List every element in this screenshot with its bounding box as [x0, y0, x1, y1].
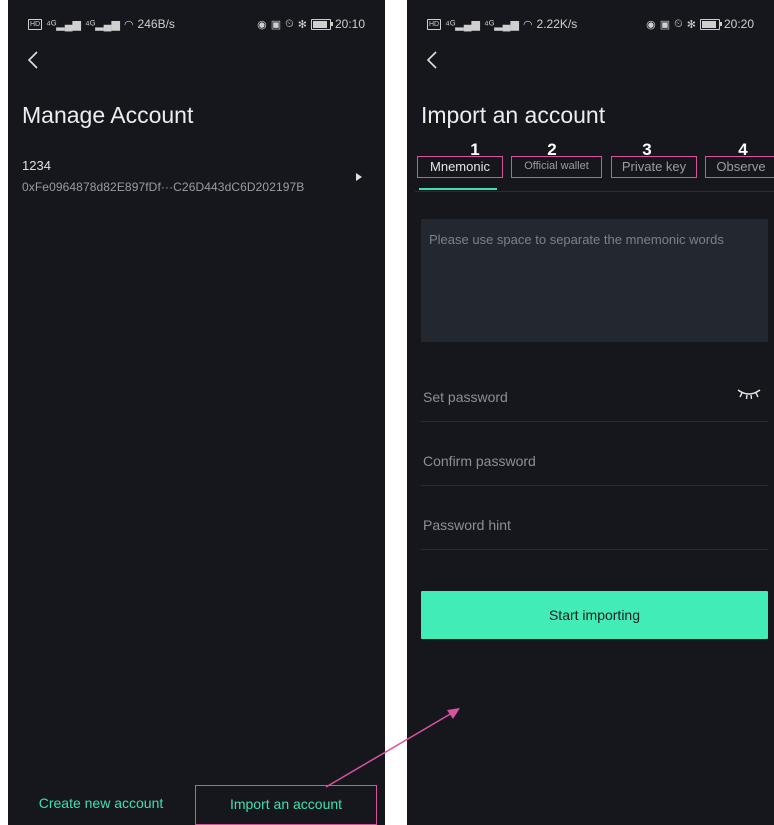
- tab-private-key[interactable]: Private key: [611, 156, 697, 178]
- tab-observe[interactable]: Observe: [705, 156, 774, 178]
- back-button[interactable]: [421, 48, 445, 72]
- signal-icon: ⁴ᴳ▂▄▆: [85, 18, 120, 31]
- wifi-icon: ◠: [522, 18, 533, 31]
- create-account-button[interactable]: Create new account: [8, 785, 194, 825]
- status-time: 20:20: [723, 17, 754, 31]
- import-account-screen: HD ⁴ᴳ▂▄▆ ⁴ᴳ▂▄▆ ◠ 2.22K/s ◉ ▣ ⏲ ✻ 20:20 I…: [407, 0, 774, 825]
- back-arrow-icon: [426, 51, 437, 69]
- status-bar: HD ⁴ᴳ▂▄▆ ⁴ᴳ▂▄▆ ◠ 2.22K/s ◉ ▣ ⏲ ✻ 20:20: [407, 0, 774, 36]
- eye-closed-icon[interactable]: [736, 385, 762, 403]
- tabs-divider: [415, 191, 774, 192]
- battery-icon: [699, 18, 722, 30]
- status-left: HD ⁴ᴳ▂▄▆ ⁴ᴳ▂▄▆ ◠ 2.22K/s: [427, 17, 577, 31]
- signal-icon: ⁴ᴳ▂▄▆: [445, 18, 481, 31]
- account-address: 0xFe0964878d82E897fDf···C26D443dC6D20219…: [22, 180, 305, 194]
- active-tab-indicator: [419, 188, 497, 190]
- eye-status-icon: ◉: [646, 18, 656, 31]
- bluetooth-icon: ✻: [686, 18, 696, 31]
- status-time: 20:10: [334, 17, 365, 31]
- set-password-placeholder: Set password: [423, 389, 508, 405]
- back-arrow-icon: [27, 51, 38, 69]
- account-list-item[interactable]: 1234 0xFe0964878d82E897fDf···C26D443dC6D…: [22, 158, 363, 198]
- confirm-password-placeholder: Confirm password: [423, 453, 536, 469]
- network-speed: 2.22K/s: [536, 17, 578, 31]
- status-right: ◉ ▣ ⏲ ✻ 20:10: [257, 17, 365, 31]
- set-password-field[interactable]: Set password: [421, 371, 768, 422]
- nfc-icon: ▣: [659, 18, 671, 31]
- status-right: ◉ ▣ ⏲ ✻ 20:20: [646, 17, 754, 31]
- account-name: 1234: [22, 158, 51, 173]
- signal-icon: ⁴ᴳ▂▄▆: [46, 18, 82, 31]
- import-method-tabs: 1 2 3 4 Mnemonic Official wallet Private…: [415, 140, 774, 192]
- start-importing-button[interactable]: Start importing: [421, 591, 768, 639]
- tab-mnemonic[interactable]: Mnemonic: [417, 156, 503, 178]
- bluetooth-icon: ✻: [297, 18, 307, 31]
- status-bar: HD ⁴ᴳ▂▄▆ ⁴ᴳ▂▄▆ ◠ 246B/s ◉ ▣ ⏲ ✻ 20:10: [8, 0, 385, 36]
- nfc-icon: ▣: [270, 18, 282, 31]
- page-title: Manage Account: [22, 102, 194, 128]
- hd-icon: HD: [427, 18, 442, 30]
- page-title: Import an account: [421, 102, 606, 128]
- password-hint-field[interactable]: Password hint: [421, 499, 768, 550]
- alarm-icon: ⏲: [674, 17, 683, 30]
- signal-icon: ⁴ᴳ▂▄▆: [484, 18, 519, 31]
- wifi-icon: ◠: [123, 18, 134, 31]
- network-speed: 246B/s: [137, 17, 175, 31]
- confirm-password-field[interactable]: Confirm password: [421, 435, 768, 486]
- import-account-button[interactable]: Import an account: [195, 785, 377, 825]
- hd-icon: HD: [28, 18, 43, 30]
- alarm-icon: ⏲: [285, 17, 294, 30]
- manage-account-screen: HD ⁴ᴳ▂▄▆ ⁴ᴳ▂▄▆ ◠ 246B/s ◉ ▣ ⏲ ✻ 20:10 Ma…: [8, 0, 385, 825]
- triangle-right-icon: [356, 173, 362, 181]
- mnemonic-input[interactable]: Please use space to separate the mnemoni…: [421, 219, 768, 342]
- back-button[interactable]: [22, 48, 46, 72]
- password-hint-placeholder: Password hint: [423, 517, 511, 533]
- bottom-action-bar: Create new account Import an account: [8, 785, 385, 825]
- tab-official-wallet[interactable]: Official wallet: [511, 156, 602, 178]
- eye-status-icon: ◉: [257, 18, 267, 31]
- battery-icon: [310, 18, 333, 30]
- status-left: HD ⁴ᴳ▂▄▆ ⁴ᴳ▂▄▆ ◠ 246B/s: [28, 17, 175, 31]
